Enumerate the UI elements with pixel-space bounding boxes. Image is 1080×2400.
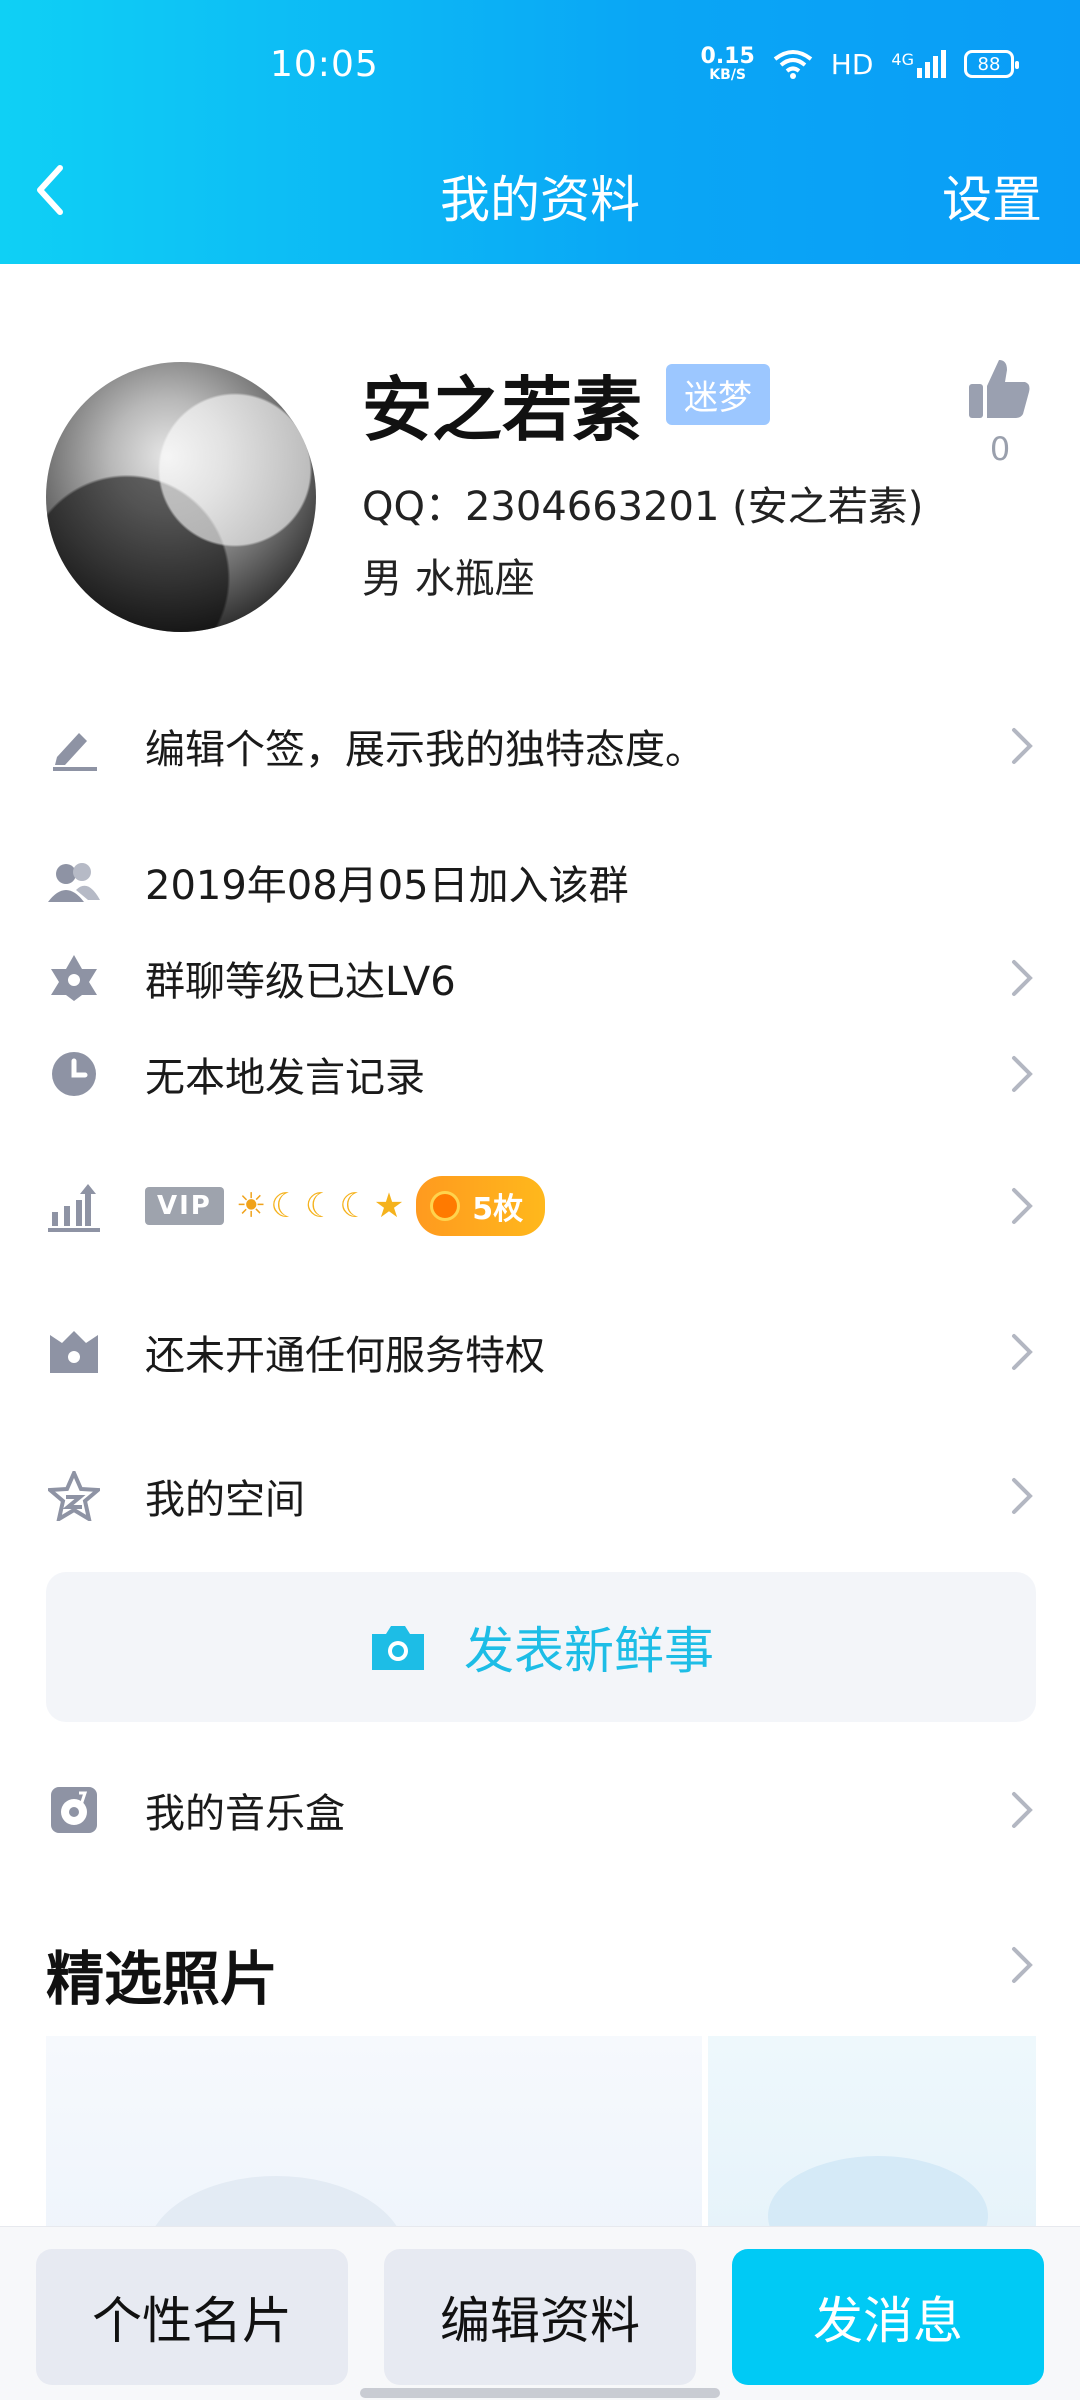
net-speed: 0.15 KB/S <box>700 44 755 83</box>
group-members-icon <box>46 854 102 910</box>
send-message-button[interactable]: 发消息 <box>732 2249 1044 2385</box>
star-of-david-icon <box>46 950 102 1006</box>
qzone-row[interactable]: 我的空间 <box>0 1456 1080 1536</box>
crown-box-icon <box>46 1324 102 1380</box>
group-level-label: 群聊等级已达LV6 <box>145 959 456 1005</box>
wifi-icon <box>773 50 813 79</box>
chevron-right-icon[interactable] <box>1008 1945 1036 1985</box>
moon-icon: ☾ <box>339 1186 370 1226</box>
coin-badge[interactable]: 5枚 <box>416 1176 546 1236</box>
battery-icon: 88 <box>964 50 1019 78</box>
profile-card-button[interactable]: 个性名片 <box>36 2249 348 2385</box>
speech-record-row[interactable]: 无本地发言记录 <box>0 1034 1080 1114</box>
privilege-label: 还未开通任何服务特权 <box>145 1333 545 1379</box>
bottom-action-bar: 个性名片 编辑资料 发消息 <box>0 2226 1080 2400</box>
featured-photos-title: 精选照片 <box>46 1945 279 2013</box>
hd-indicator: HD <box>830 47 874 81</box>
moon-icon: ☾ <box>270 1186 301 1226</box>
avatar[interactable] <box>46 362 316 632</box>
camera-icon <box>372 1626 424 1670</box>
like-button[interactable]: 0 <box>960 356 1040 468</box>
vip-badges: VIP ☀ ☾ ☾ ☾ ★ 5枚 <box>145 1176 546 1236</box>
status-bar: 10:05 0.15 KB/S HD 4G 88 <box>0 0 1080 140</box>
join-date-row: 2019年08月05日加入该群 <box>0 842 1080 922</box>
chevron-right-icon <box>1012 1056 1033 1092</box>
qq-level-icons: ☀ ☾ ☾ ☾ ★ <box>236 1186 404 1226</box>
battery-level: 88 <box>977 53 1001 75</box>
signal-label: 4G <box>891 50 914 69</box>
home-indicator[interactable] <box>360 2388 720 2398</box>
coin-icon <box>430 1191 461 1221</box>
join-date-label: 2019年08月05日加入该群 <box>145 863 629 909</box>
chevron-right-icon <box>1012 1188 1033 1224</box>
like-count: 0 <box>989 430 1011 468</box>
status-icons: 0.15 KB/S HD 4G 88 <box>700 44 1019 83</box>
post-new-label: 发表新鲜事 <box>464 1622 714 1680</box>
qzone-label: 我的空间 <box>145 1477 305 1523</box>
chevron-right-icon <box>1012 960 1033 996</box>
moon-icon: ☾ <box>304 1186 336 1226</box>
net-speed-value: 0.15 <box>700 44 755 69</box>
gender-constellation: 男 水瓶座 <box>362 556 535 602</box>
signature-row[interactable]: 编辑个签，展示我的独特态度。 <box>0 706 1080 786</box>
coin-count: 5枚 <box>472 1192 524 1227</box>
page-title: 我的资料 <box>440 171 640 229</box>
vip-level-row[interactable]: VIP ☀ ☾ ☾ ☾ ★ 5枚 <box>0 1166 1080 1246</box>
profile-tag-badge[interactable]: 迷梦 <box>666 364 770 425</box>
group-level-row[interactable]: 群聊等级已达LV6 <box>0 938 1080 1018</box>
chevron-right-icon <box>1012 1334 1033 1370</box>
speech-record-label: 无本地发言记录 <box>145 1055 425 1101</box>
edit-profile-button[interactable]: 编辑资料 <box>384 2249 696 2385</box>
qq-number: QQ：2304663201 (安之若素) <box>362 484 924 530</box>
header: 10:05 0.15 KB/S HD 4G 88 我的资料 设置 <box>0 0 1080 264</box>
profile-name: 安之若素 <box>362 369 642 451</box>
signature-label: 编辑个签，展示我的独特态度。 <box>145 727 705 773</box>
vip-badge: VIP <box>145 1187 224 1225</box>
level-chart-icon <box>46 1178 102 1234</box>
chevron-right-icon <box>1012 1792 1033 1828</box>
pencil-icon <box>46 718 102 774</box>
status-time: 10:05 <box>270 44 379 85</box>
music-box-row[interactable]: 我的音乐盒 <box>0 1770 1080 1850</box>
music-box-icon <box>46 1782 102 1838</box>
clock-icon <box>46 1046 102 1102</box>
qzone-star-icon <box>46 1468 102 1524</box>
thumbs-up-icon <box>969 360 1030 418</box>
chevron-right-icon <box>1012 728 1033 764</box>
music-box-label: 我的音乐盒 <box>145 1791 345 1837</box>
sun-icon: ☀ <box>235 1186 267 1226</box>
star-icon: ★ <box>373 1186 405 1226</box>
privilege-row[interactable]: 还未开通任何服务特权 <box>0 1312 1080 1392</box>
signal-icon: 4G <box>891 50 946 78</box>
settings-button[interactable]: 设置 <box>942 160 1042 232</box>
post-new-button[interactable]: 发表新鲜事 <box>46 1572 1036 1722</box>
chevron-right-icon <box>1012 1478 1033 1514</box>
net-speed-unit: KB/S <box>709 67 747 83</box>
